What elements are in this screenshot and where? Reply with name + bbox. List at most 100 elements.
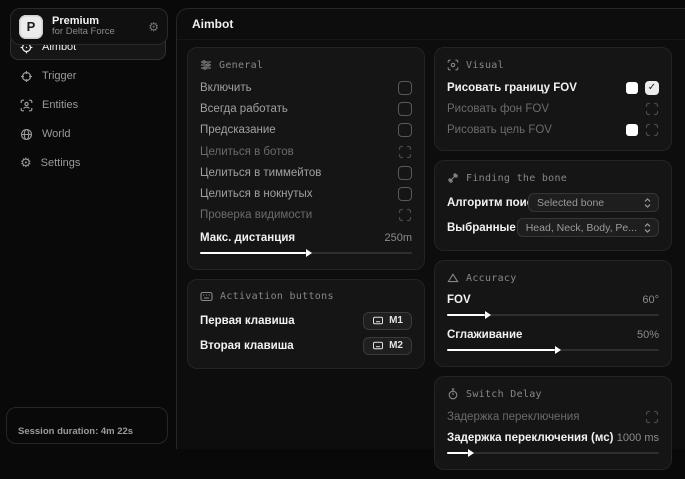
accuracy-section-title: Accuracy xyxy=(447,272,659,284)
sidebar-item-label: World xyxy=(42,128,71,140)
first-key-label: Первая клавиша xyxy=(200,315,295,327)
sidebar-nav: Aimbot Trigger Entities World ⚙ Settings xyxy=(0,34,176,176)
sidebar-item-settings[interactable]: ⚙ Settings xyxy=(10,150,166,176)
bone-algorithm-dropdown[interactable]: Selected bone xyxy=(528,193,659,212)
bone-algorithm-label: Алгоритм поиска кост xyxy=(447,197,528,209)
color-swatch[interactable] xyxy=(626,124,638,136)
fov-border-row: Рисовать границу FOV xyxy=(447,77,659,98)
brand-subtitle: for Delta Force xyxy=(52,27,148,38)
bone-card: Finding the bone Алгоритм поиска кост Se… xyxy=(434,160,672,251)
globe-icon xyxy=(20,128,33,141)
fov-label: FOV xyxy=(447,294,471,306)
session-duration: Session duration: 4m 22s xyxy=(18,426,133,437)
max-distance-row: Макс. дистанция 250m xyxy=(200,228,412,247)
toggle-label: Всегда работать xyxy=(200,103,288,115)
toggle-row-target-knocked: Целиться в нокнутых xyxy=(200,183,412,204)
selected-bones-label: Выбранные кос xyxy=(447,222,517,234)
switch-delay-toggle-label: Задержка переключения xyxy=(447,411,579,423)
slider-fill-thumb[interactable] xyxy=(447,452,468,454)
max-distance-slider[interactable] xyxy=(200,247,412,259)
toggle-label: Проверка видимости xyxy=(200,209,312,221)
keyboard-icon xyxy=(372,316,384,325)
fov-slider[interactable] xyxy=(447,309,659,321)
main-header: Aimbot xyxy=(177,9,685,40)
sidebar: P Premium for Delta Force ⚙ Category Aim… xyxy=(0,0,176,449)
brand-logo: P xyxy=(19,15,43,39)
general-card: General Включить Всегда работать Предска… xyxy=(187,47,425,270)
dropdown-value: Selected bone xyxy=(537,197,604,209)
smoothing-slider-row: Сглаживание 50% xyxy=(447,325,659,344)
checkbox[interactable] xyxy=(398,208,412,222)
eye-scan-icon xyxy=(447,59,459,71)
second-key-button[interactable]: M2 xyxy=(363,337,412,355)
selected-bones-dropdown[interactable]: Head, Neck, Body, Pe... xyxy=(517,218,659,237)
smoothing-slider[interactable] xyxy=(447,344,659,356)
bone-algorithm-row: Алгоритм поиска кост Selected bone xyxy=(447,190,659,215)
session-card: Session duration: 4m 22s xyxy=(6,407,168,444)
first-key-button[interactable]: M1 xyxy=(363,312,412,330)
fov-target-label: Рисовать цель FOV xyxy=(447,124,552,136)
sidebar-item-label: Entities xyxy=(42,99,78,111)
section-title-text: Switch Delay xyxy=(466,389,542,400)
toggle-label: Предсказание xyxy=(200,124,276,136)
fov-target-row: Рисовать цель FOV xyxy=(447,119,659,140)
section-title-text: Visual xyxy=(466,60,504,71)
sidebar-item-world[interactable]: World xyxy=(10,121,166,147)
checkbox[interactable] xyxy=(398,81,412,95)
keyboard-icon xyxy=(200,291,213,302)
main-panel: Aimbot General Включить xyxy=(176,8,685,449)
chevrons-up-down-icon xyxy=(643,198,652,208)
dropdown-value: Head, Neck, Body, Pe... xyxy=(526,222,637,234)
general-section-title: General xyxy=(200,59,412,71)
brand-text: Premium for Delta Force xyxy=(52,15,148,39)
switch-delay-ms-value: 1000 ms xyxy=(617,432,659,444)
checkbox[interactable] xyxy=(645,123,659,137)
toggle-row-visibility-check: Проверка видимости xyxy=(200,205,412,226)
checkbox[interactable] xyxy=(645,102,659,116)
toggle-row-enable: Включить xyxy=(200,77,412,98)
fov-slider-row: FOV 60° xyxy=(447,290,659,309)
toggle-label: Целиться в ботов xyxy=(200,146,294,158)
sidebar-item-entities[interactable]: Entities xyxy=(10,92,166,118)
switch-delay-ms-label: Задержка переключения (мс) xyxy=(447,432,613,444)
slider-fill-thumb[interactable] xyxy=(200,252,306,254)
toggle-row-prediction: Предсказание xyxy=(200,120,412,141)
toggle-row-always-work: Всегда работать xyxy=(200,98,412,119)
activation-card: Activation buttons Первая клавиша M1 Вто… xyxy=(187,279,425,369)
bone-icon xyxy=(447,172,459,184)
section-title-text: Activation buttons xyxy=(220,291,334,302)
selected-bones-row: Выбранные кос Head, Neck, Body, Pe... xyxy=(447,215,659,240)
activation-section-title: Activation buttons xyxy=(200,291,412,302)
sidebar-item-trigger[interactable]: Trigger xyxy=(10,63,166,89)
gear-icon: ⚙ xyxy=(20,156,32,171)
sidebar-item-label: Settings xyxy=(41,157,81,169)
settings-gear-icon[interactable]: ⚙ xyxy=(148,20,159,34)
keyboard-icon xyxy=(372,341,384,350)
checkbox[interactable] xyxy=(398,123,412,137)
checkbox[interactable] xyxy=(398,166,412,180)
section-title-text: Accuracy xyxy=(466,273,517,284)
color-swatch[interactable] xyxy=(626,82,638,94)
visual-section-title: Visual xyxy=(447,59,659,71)
sidebar-item-label: Trigger xyxy=(42,70,76,82)
second-key-row: Вторая клавиша M2 xyxy=(200,333,412,358)
bone-section-title: Finding the bone xyxy=(447,172,659,184)
max-distance-label: Макс. дистанция xyxy=(200,232,295,244)
brand-card: P Premium for Delta Force ⚙ xyxy=(10,8,168,45)
checkbox[interactable] xyxy=(645,81,659,95)
checkbox[interactable] xyxy=(398,187,412,201)
checkbox[interactable] xyxy=(398,145,412,159)
max-distance-value: 250m xyxy=(384,232,412,244)
checkbox[interactable] xyxy=(645,410,659,424)
smoothing-value: 50% xyxy=(637,329,659,341)
slider-track xyxy=(447,452,659,454)
first-key-row: Первая клавиша M1 xyxy=(200,308,412,333)
slider-fill-thumb[interactable] xyxy=(447,349,555,351)
timer-icon xyxy=(447,388,459,400)
right-column: Visual Рисовать границу FOV Рисовать фон… xyxy=(434,47,672,479)
slider-fill-thumb[interactable] xyxy=(447,314,485,316)
toggle-label: Включить xyxy=(200,82,252,94)
checkbox[interactable] xyxy=(398,102,412,116)
switch-delay-section-title: Switch Delay xyxy=(447,388,659,400)
fov-background-label: Рисовать фон FOV xyxy=(447,103,549,115)
